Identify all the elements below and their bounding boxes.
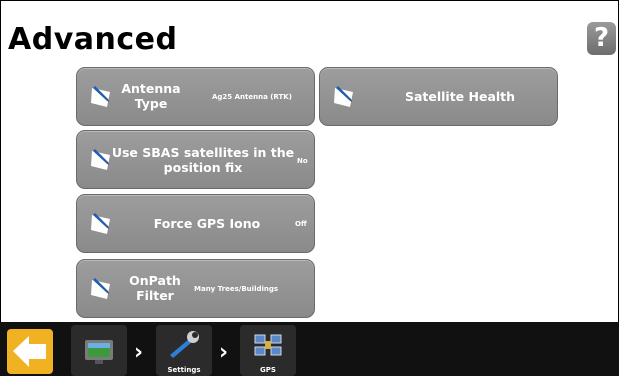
- onpath-filter-value: Many Trees/Buildings: [194, 285, 279, 293]
- edit-icon: [91, 85, 110, 107]
- back-arrow-icon: [13, 336, 46, 367]
- edit-icon: [91, 212, 110, 234]
- gps-caption: GPS: [260, 366, 276, 374]
- edit-icon: [91, 277, 110, 299]
- edit-icon: [334, 85, 353, 107]
- breadcrumb-separator-2: ›: [219, 340, 229, 365]
- use-sbas-button[interactable]: Use SBAS satellites in the position fix …: [76, 130, 315, 189]
- onpath-label-line-1: OnPath: [129, 273, 181, 288]
- antenna-type-value: Ag25 Antenna (RTK): [212, 93, 292, 101]
- sbas-label-line-2: position fix: [163, 160, 243, 175]
- satellite-health-label: Satellite Health: [404, 89, 516, 104]
- satellite-icon: [254, 334, 282, 356]
- force-gps-iono-label: Force GPS Iono: [153, 216, 261, 231]
- onpath-label-line-2: Filter: [136, 288, 174, 303]
- sbas-value: No: [297, 157, 308, 165]
- force-gps-iono-value: Off: [295, 220, 307, 228]
- help-button[interactable]: ?: [587, 22, 616, 55]
- breadcrumb-display[interactable]: [71, 325, 127, 376]
- breadcrumb-settings[interactable]: Settings: [156, 325, 212, 376]
- sbas-label-line-1: Use SBAS satellites in the: [111, 145, 295, 160]
- antenna-type-button[interactable]: Antenna Type Ag25 Antenna (RTK): [76, 67, 315, 126]
- antenna-label-line-1: Antenna: [121, 81, 181, 96]
- breadcrumb-gps[interactable]: GPS: [240, 325, 296, 376]
- bottom-nav-bar: › Settings › GPS: [0, 322, 619, 376]
- display-icon: [85, 340, 113, 364]
- back-button[interactable]: [7, 329, 53, 374]
- wrench-icon: [170, 331, 199, 358]
- onpath-filter-button[interactable]: OnPath Filter Many Trees/Buildings: [76, 259, 315, 318]
- settings-caption: Settings: [167, 366, 201, 374]
- breadcrumb-separator-1: ›: [134, 340, 144, 365]
- page-title: Advanced: [8, 22, 178, 57]
- antenna-label-line-2: Type: [134, 96, 168, 111]
- satellite-health-button[interactable]: Satellite Health: [319, 67, 558, 126]
- force-gps-iono-button[interactable]: Force GPS Iono Off: [76, 194, 315, 253]
